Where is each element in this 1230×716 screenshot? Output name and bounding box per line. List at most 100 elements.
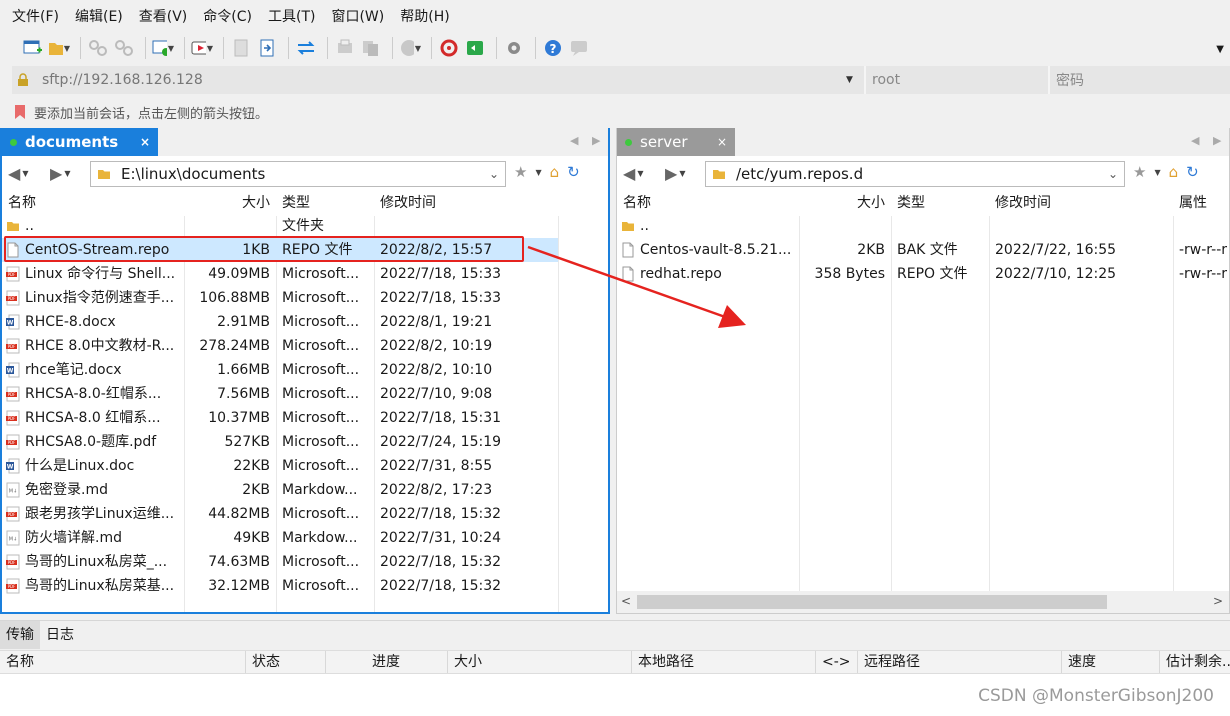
list-item[interactable]: PDF Linux指令范例速查手... 106.88MB Microsoft... 20… — [2, 286, 608, 310]
column-eta[interactable]: 估计剩余... — [1160, 651, 1230, 673]
list-item[interactable]: PDF RHCE 8.0中文教材-R... 278.24MB Microsoft...… — [2, 334, 608, 358]
queue-icon[interactable]: ▼ — [191, 37, 213, 59]
tab-server[interactable]: server × — [617, 128, 735, 156]
column-modified[interactable]: 修改时间 — [989, 190, 1173, 216]
upload-icon[interactable] — [230, 37, 252, 59]
tab-next-icon[interactable]: ▶ — [1213, 134, 1221, 147]
stop-icon[interactable]: ▼ — [399, 37, 421, 59]
scroll-left-icon[interactable]: < — [621, 594, 631, 608]
list-item[interactable]: PDF 鸟哥的Linux私房菜_... 74.63MB Microsoft... 202… — [2, 550, 608, 574]
list-item[interactable]: M↓ 免密登录.md 2KB Markdow... 2022/8/2, 17:23 — [2, 478, 608, 502]
forward-icon[interactable]: ▶ ▼ — [50, 164, 70, 183]
column-type[interactable]: 类型 — [891, 190, 989, 216]
column-modified[interactable]: 修改时间 — [374, 190, 554, 216]
download-icon[interactable] — [256, 37, 278, 59]
compare-icon[interactable] — [113, 37, 135, 59]
column-size[interactable]: 大小 — [799, 190, 891, 216]
help-icon[interactable]: ? — [542, 37, 564, 59]
url-dropdown-icon[interactable]: ▼ — [846, 75, 864, 85]
refresh-icon[interactable]: ↻ — [1186, 163, 1199, 181]
column-size[interactable]: 大小 — [184, 190, 276, 216]
column-remote-path[interactable]: 远程路径 — [858, 651, 1062, 673]
column-direction[interactable]: <-> — [816, 651, 858, 673]
file-type: Markdow... — [282, 530, 358, 546]
swirl-icon[interactable] — [438, 37, 460, 59]
star-dropdown-icon[interactable]: ▼ — [535, 168, 541, 177]
new-session-icon[interactable] — [22, 37, 44, 59]
username-field[interactable]: root — [864, 66, 1048, 94]
transfer-icon[interactable] — [295, 37, 317, 59]
list-item[interactable]: .. 文件夹 — [2, 214, 608, 238]
tab-transfer[interactable]: 传输 — [0, 620, 40, 649]
menu-view[interactable]: 查看(V) — [139, 6, 188, 26]
column-name[interactable]: 名称 — [617, 190, 799, 216]
file-name-text: RHCE-8.docx — [25, 314, 116, 330]
column-type[interactable]: 类型 — [276, 190, 374, 216]
remote-path-text: /etc/yum.repos.d — [736, 165, 864, 183]
list-item[interactable]: PDF RHCSA-8.0-红帽系... 7.56MB Microsoft... 202… — [2, 382, 608, 406]
local-path-input[interactable]: E:\linux\documents ⌄ — [90, 161, 506, 187]
sync-icon[interactable] — [87, 37, 109, 59]
scroll-right-icon[interactable]: > — [1213, 594, 1223, 608]
list-item[interactable]: redhat.repo 358 Bytes REPO 文件 2022/7/10, 12… — [617, 262, 1229, 286]
url-field[interactable]: sftp://192.168.126.128 ▼ — [12, 66, 864, 94]
list-item[interactable]: PDF 鸟哥的Linux私房菜基... 32.12MB Microsoft... 202… — [2, 574, 608, 598]
list-item[interactable]: PDF RHCSA8.0-题库.pdf 527KB Microsoft... 2022/… — [2, 430, 608, 454]
bookmark-star-icon[interactable]: ★ — [1133, 163, 1146, 181]
column-name[interactable]: 名称 — [0, 651, 246, 673]
list-item[interactable]: Wrhce笔记.docx 1.66MB Microsoft... 2022/8/2, … — [2, 358, 608, 382]
home-folder-icon[interactable]: ⌂ — [1169, 163, 1179, 181]
password-field[interactable]: 密码 — [1048, 66, 1230, 94]
column-name[interactable]: 名称 — [2, 190, 184, 216]
scrollbar-thumb[interactable] — [637, 595, 1107, 609]
star-dropdown-icon[interactable]: ▼ — [1154, 168, 1160, 177]
list-item[interactable]: Centos-vault-8.5.21... 2KB BAK 文件 2022/7/22… — [617, 238, 1229, 262]
horizontal-scrollbar[interactable]: < > — [617, 591, 1229, 613]
list-item[interactable]: PDF Linux 命令行与 Shell... 49.09MB Microsoft..… — [2, 262, 608, 286]
tab-log[interactable]: 日志 — [40, 621, 80, 649]
list-item[interactable]: PDF 跟老男孩学Linux运维... 44.82MB Microsoft... 202… — [2, 502, 608, 526]
column-speed[interactable]: 速度 — [1062, 651, 1160, 673]
file-name: .. — [621, 214, 797, 238]
list-item[interactable]: W RHCE-8.docx 2.91MB Microsoft... 2022/8/1, … — [2, 310, 608, 334]
list-item[interactable]: PDF RHCSA-8.0 红帽系... 10.37MB Microsoft... 20… — [2, 406, 608, 430]
preferences-icon[interactable]: ▼ — [152, 37, 174, 59]
path-dropdown-icon[interactable]: ⌄ — [483, 167, 505, 181]
close-icon[interactable]: × — [140, 135, 150, 149]
putty-icon[interactable] — [464, 37, 486, 59]
copy-icon[interactable] — [360, 37, 382, 59]
home-folder-icon[interactable]: ⌂ — [550, 163, 560, 181]
column-progress[interactable]: 进度 — [326, 651, 448, 673]
tab-prev-icon[interactable]: ◀ — [1191, 134, 1199, 147]
column-attributes[interactable]: 属性 — [1173, 190, 1230, 216]
list-item[interactable]: W 什么是Linux.doc 22KB Microsoft... 2022/7/31, … — [2, 454, 608, 478]
tab-documents[interactable]: documents × — [2, 128, 158, 156]
bookmark-star-icon[interactable]: ★ — [514, 163, 527, 181]
bookmark-arrow-icon[interactable] — [12, 104, 28, 120]
menu-help[interactable]: 帮助(H) — [400, 6, 449, 26]
menu-window[interactable]: 窗口(W) — [331, 6, 384, 26]
menu-file[interactable]: 文件(F) — [12, 6, 59, 26]
column-status[interactable]: 状态 — [246, 651, 326, 673]
remote-path-input[interactable]: /etc/yum.repos.d ⌄ — [705, 161, 1125, 187]
tab-next-icon[interactable]: ▶ — [592, 134, 600, 147]
print-icon[interactable] — [334, 37, 356, 59]
menu-command[interactable]: 命令(C) — [203, 6, 252, 26]
menu-edit[interactable]: 编辑(E) — [75, 6, 123, 26]
gear-icon[interactable] — [503, 37, 525, 59]
forward-icon[interactable]: ▶ ▼ — [665, 164, 685, 183]
back-icon[interactable]: ◀ ▼ — [8, 164, 28, 183]
toolbar-overflow-icon[interactable]: ▼ — [1216, 44, 1224, 55]
list-item[interactable]: .. — [617, 214, 1229, 238]
column-local-path[interactable]: 本地路径 — [632, 651, 816, 673]
back-icon[interactable]: ◀ ▼ — [623, 164, 643, 183]
tab-prev-icon[interactable]: ◀ — [570, 134, 578, 147]
refresh-icon[interactable]: ↻ — [567, 163, 580, 181]
path-dropdown-icon[interactable]: ⌄ — [1102, 167, 1124, 181]
open-folder-icon[interactable]: ▼ — [48, 37, 70, 59]
chat-icon[interactable] — [568, 37, 590, 59]
menu-tools[interactable]: 工具(T) — [268, 6, 315, 26]
list-item[interactable]: M↓ 防火墙详解.md 49KB Markdow... 2022/7/31, 10:24 — [2, 526, 608, 550]
column-size[interactable]: 大小 — [448, 651, 632, 673]
close-icon[interactable]: × — [717, 135, 727, 149]
